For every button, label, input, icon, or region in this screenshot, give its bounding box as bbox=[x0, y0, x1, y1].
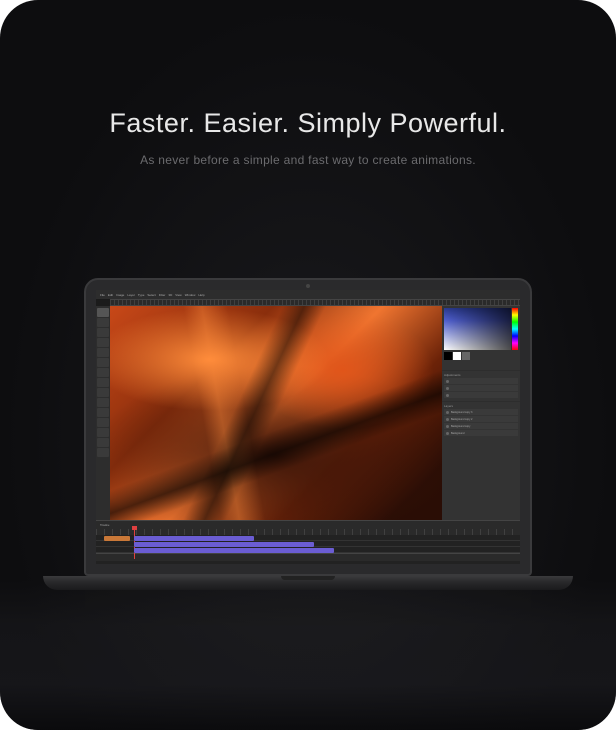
clip[interactable] bbox=[134, 542, 314, 547]
layer-name: Background copy 2 bbox=[451, 418, 472, 421]
menu-item[interactable]: Type bbox=[138, 293, 145, 297]
swatch[interactable] bbox=[462, 352, 470, 360]
clip[interactable] bbox=[134, 536, 254, 541]
timeline-controls[interactable] bbox=[96, 553, 520, 561]
adjustment-item[interactable] bbox=[444, 385, 518, 391]
layer-row[interactable]: Background copy bbox=[444, 423, 518, 429]
menu-item[interactable]: Select bbox=[147, 293, 155, 297]
panel-title: Adjustments bbox=[444, 373, 518, 377]
adjustment-item[interactable] bbox=[444, 378, 518, 384]
menu-item[interactable]: View bbox=[175, 293, 181, 297]
lasso-tool-icon[interactable] bbox=[97, 328, 109, 337]
shape-tool-icon[interactable] bbox=[97, 428, 109, 437]
layer-row[interactable]: Background copy 2 bbox=[444, 416, 518, 422]
visibility-icon[interactable] bbox=[446, 432, 449, 435]
visibility-icon[interactable] bbox=[446, 411, 449, 414]
wand-tool-icon[interactable] bbox=[97, 338, 109, 347]
document-canvas-area bbox=[110, 306, 442, 520]
tools-panel bbox=[96, 306, 110, 520]
layer-row[interactable]: Background copy 3 bbox=[444, 409, 518, 415]
color-panel bbox=[442, 306, 520, 370]
hue-slider[interactable] bbox=[512, 308, 518, 350]
layer-name: Background copy bbox=[451, 425, 470, 428]
trackpad-notch bbox=[281, 576, 335, 580]
menu-item[interactable]: 3D bbox=[168, 293, 172, 297]
menu-item[interactable]: Layer bbox=[127, 293, 135, 297]
visibility-icon[interactable] bbox=[446, 425, 449, 428]
swatch[interactable] bbox=[444, 352, 452, 360]
timeline-label: Timeline bbox=[100, 524, 109, 527]
brush-tool-icon[interactable] bbox=[97, 368, 109, 377]
layers-panel: Layers Background copy 3 Background copy… bbox=[442, 402, 520, 520]
laptop-screen-bezel: File Edit Image Layer Type Select Filter… bbox=[84, 278, 532, 576]
menu-item[interactable]: Window bbox=[185, 293, 196, 297]
promo-card: Faster. Easier. Simply Powerful. As neve… bbox=[0, 0, 616, 730]
layer-row[interactable]: Background bbox=[444, 430, 518, 436]
gradient-tool-icon[interactable] bbox=[97, 398, 109, 407]
menu-item[interactable]: File bbox=[100, 293, 105, 297]
marquee-tool-icon[interactable] bbox=[97, 318, 109, 327]
menu-item[interactable]: Help bbox=[198, 293, 204, 297]
right-panels: Adjustments Layers Background copy 3 bbox=[442, 306, 520, 520]
headline: Faster. Easier. Simply Powerful. bbox=[0, 0, 616, 139]
menu-item[interactable]: Image bbox=[116, 293, 124, 297]
menu-bar: File Edit Image Layer Type Select Filter… bbox=[96, 290, 520, 299]
eyedropper-tool-icon[interactable] bbox=[97, 358, 109, 367]
layer-name: Background copy 3 bbox=[451, 411, 472, 414]
panel-title: Layers bbox=[444, 404, 518, 408]
move-tool-icon[interactable] bbox=[97, 308, 109, 317]
photoshop-app-window: File Edit Image Layer Type Select Filter… bbox=[96, 290, 520, 564]
eraser-tool-icon[interactable] bbox=[97, 388, 109, 397]
clip[interactable] bbox=[134, 548, 334, 553]
timeline-panel: Timeline bbox=[96, 520, 520, 564]
visibility-icon[interactable] bbox=[446, 418, 449, 421]
adjustment-item[interactable] bbox=[444, 392, 518, 398]
swatch[interactable] bbox=[453, 352, 461, 360]
timeline-header: Timeline bbox=[96, 521, 520, 529]
subhead: As never before a simple and fast way to… bbox=[0, 153, 616, 167]
clip[interactable] bbox=[104, 536, 130, 541]
menu-item[interactable]: Filter bbox=[159, 293, 166, 297]
hand-tool-icon[interactable] bbox=[97, 438, 109, 447]
zoom-tool-icon[interactable] bbox=[97, 448, 109, 457]
laptop-base bbox=[43, 576, 573, 590]
ruler-horizontal[interactable] bbox=[110, 299, 520, 306]
text-tool-icon[interactable] bbox=[97, 418, 109, 427]
layer-name: Background bbox=[451, 432, 464, 435]
laptop-mockup: File Edit Image Layer Type Select Filter… bbox=[84, 278, 532, 590]
pen-tool-icon[interactable] bbox=[97, 408, 109, 417]
canvas-image[interactable] bbox=[110, 306, 442, 520]
adjustments-panel: Adjustments bbox=[442, 371, 520, 401]
color-field[interactable] bbox=[444, 308, 511, 350]
menu-item[interactable]: Edit bbox=[108, 293, 113, 297]
webcam-dot bbox=[306, 284, 310, 288]
stamp-tool-icon[interactable] bbox=[97, 378, 109, 387]
timeline-track[interactable] bbox=[96, 547, 520, 553]
crop-tool-icon[interactable] bbox=[97, 348, 109, 357]
